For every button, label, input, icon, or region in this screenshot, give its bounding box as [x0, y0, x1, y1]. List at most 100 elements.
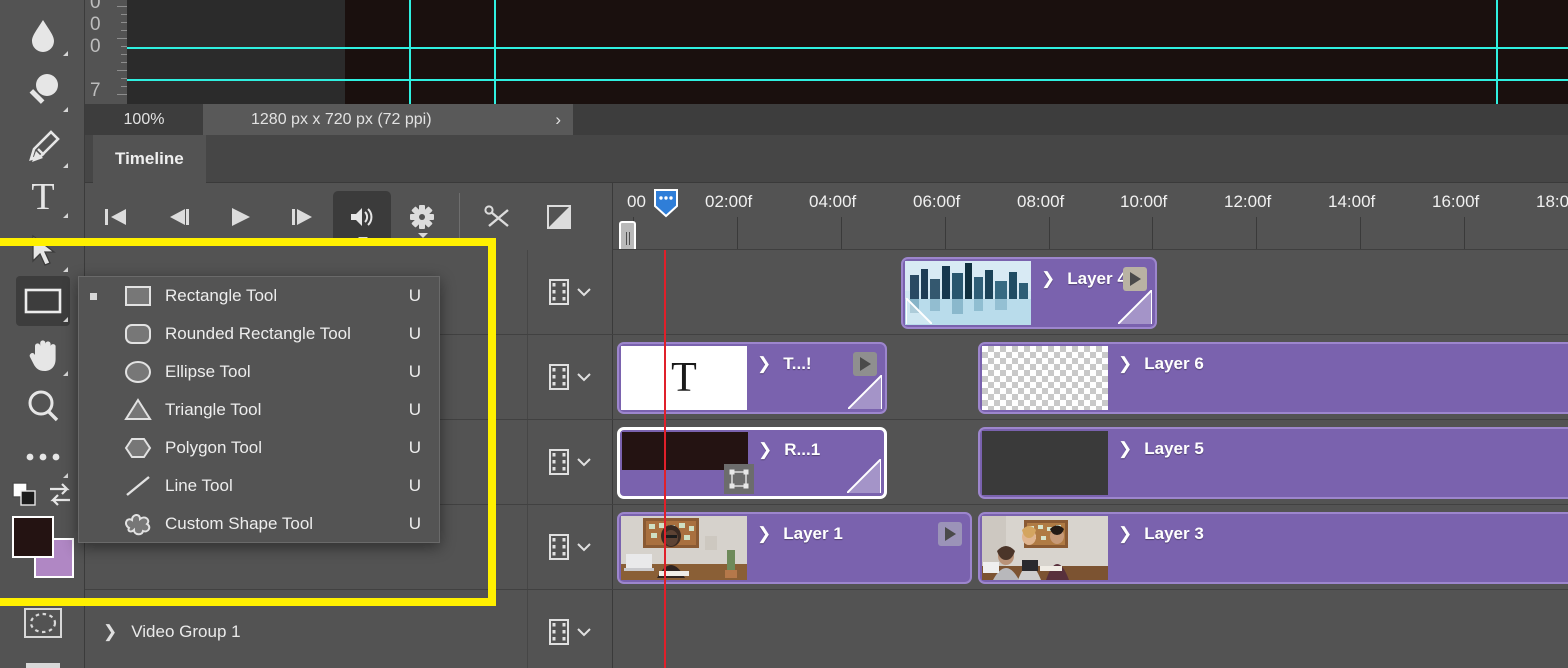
- clip-layer-5[interactable]: ❯ Layer 5: [978, 427, 1568, 499]
- type-tool[interactable]: T: [16, 172, 70, 222]
- track-type-button[interactable]: [527, 250, 612, 334]
- document-size-field[interactable]: 1280 px x 720 px (72 ppi) ›: [203, 104, 573, 135]
- time-ruler[interactable]: 00 02:00f 04:00f 06:00f 08:00f 10:00f 12…: [612, 183, 1568, 250]
- desk-person-thumbnail: [621, 516, 747, 580]
- menu-item-custom-shape-tool[interactable]: Custom Shape Tool U: [79, 505, 439, 543]
- pen-icon: [29, 130, 60, 162]
- fade-out-handle[interactable]: [848, 375, 882, 409]
- chevron-down-icon[interactable]: [576, 286, 592, 298]
- chevron-down-icon[interactable]: [576, 456, 592, 468]
- vertical-ruler-number-1: 0: [90, 14, 101, 35]
- rectangle-tool[interactable]: [16, 276, 70, 326]
- chevron-right-icon[interactable]: ❯: [1041, 269, 1055, 289]
- guide-vertical-2: [494, 0, 496, 104]
- chevron-down-icon[interactable]: [576, 626, 592, 638]
- menu-item-rounded-rectangle-tool[interactable]: Rounded Rectangle Tool U: [79, 315, 439, 353]
- edit-toolbar-button[interactable]: [16, 432, 70, 482]
- rectangle-icon: [24, 288, 62, 314]
- ruler-label: 02:00f: [705, 192, 753, 211]
- clip-layer-4[interactable]: ❯ Layer 4: [901, 257, 1157, 329]
- film-strip-icon: [549, 279, 569, 305]
- clip-rectangle-1[interactable]: ❯ R...1: [617, 427, 887, 499]
- playhead-line: [664, 250, 666, 668]
- menu-item-polygon-tool[interactable]: Polygon Tool U: [79, 429, 439, 467]
- clip-play-button[interactable]: [853, 352, 877, 376]
- track-lane[interactable]: [612, 590, 1568, 668]
- canvas-area[interactable]: [85, 0, 1568, 104]
- work-area-start-handle[interactable]: [619, 221, 636, 249]
- chevron-down-icon[interactable]: [576, 371, 592, 383]
- ruler-label: 12:00f: [1224, 192, 1272, 211]
- track-lane[interactable]: ❯ Layer 4: [612, 250, 1568, 334]
- guide-horizontal-2: [85, 79, 1568, 81]
- foreground-color-swatch[interactable]: [12, 516, 54, 558]
- pen-tool[interactable]: [16, 122, 70, 172]
- track-type-button[interactable]: [527, 590, 612, 668]
- vertical-ruler[interactable]: 0 0 0 7: [85, 0, 127, 104]
- track-lane[interactable]: ❯ Layer 1 ❯ Layer 3: [612, 505, 1568, 589]
- selected-indicator-icon: [90, 293, 97, 300]
- screen-mode-button[interactable]: [16, 650, 70, 668]
- clip-layer-3[interactable]: ❯ Layer 3: [978, 512, 1568, 584]
- track-type-button[interactable]: [527, 335, 612, 419]
- track-type-button[interactable]: [527, 420, 612, 504]
- status-bar: 100% 1280 px x 720 px (72 ppi) ›: [85, 104, 1568, 135]
- chevron-right-icon[interactable]: ❯: [1118, 354, 1132, 374]
- tab-timeline[interactable]: Timeline: [93, 135, 206, 183]
- menu-item-ellipse-tool[interactable]: Ellipse Tool U: [79, 353, 439, 391]
- menu-item-shortcut: U: [408, 438, 421, 457]
- film-strip-icon: [549, 364, 569, 390]
- dodge-tool[interactable]: [16, 66, 70, 116]
- clip-label-group: ❯ Layer 1: [757, 524, 843, 544]
- chevron-right-icon[interactable]: ❯: [757, 354, 771, 374]
- rounded-rectangle-icon: [123, 319, 153, 349]
- tool-more-triangle-icon: [63, 163, 68, 168]
- chevron-right-icon[interactable]: ❯: [1118, 524, 1132, 544]
- ruler-label: 14:00f: [1328, 192, 1376, 211]
- dodge-icon: [29, 74, 58, 104]
- fade-out-handle[interactable]: [847, 459, 881, 493]
- default-colors-icon[interactable]: [12, 482, 42, 508]
- clip-thumbnail: [982, 516, 1108, 580]
- clip-text-layer[interactable]: T ❯ T...!: [617, 342, 887, 414]
- hand-tool[interactable]: [16, 330, 70, 380]
- swap-colors-icon[interactable]: [46, 483, 74, 507]
- path-selection-tool[interactable]: [16, 226, 70, 276]
- chevron-right-icon[interactable]: ›: [555, 110, 561, 130]
- clip-thumbnail: [982, 431, 1108, 495]
- clip-layer-6[interactable]: ❯ Layer 6: [978, 342, 1568, 414]
- clip-layer-1[interactable]: ❯ Layer 1: [617, 512, 972, 584]
- tool-more-triangle-icon: [63, 213, 68, 218]
- fade-out-handle[interactable]: [1118, 290, 1152, 324]
- quick-mask-button[interactable]: [16, 598, 70, 648]
- zoom-tool[interactable]: [16, 382, 70, 432]
- track-lane[interactable]: ❯ R...1 ❯ Layer 5: [612, 420, 1568, 504]
- tool-more-triangle-icon: [63, 473, 68, 478]
- menu-item-label: Rounded Rectangle Tool: [165, 324, 351, 343]
- chevron-right-icon[interactable]: ❯: [757, 524, 771, 544]
- screen-mode-icon: [26, 663, 60, 668]
- track-lane[interactable]: T ❯ T...! ❯ Layer 6: [612, 335, 1568, 419]
- photoshop-window: 0 0 0 7 100% 1280 px x 720 px (72 ppi) ›…: [0, 0, 1568, 668]
- playhead-handle[interactable]: [653, 188, 679, 218]
- track-type-button[interactable]: [527, 505, 612, 589]
- tool-more-triangle-icon: [63, 371, 68, 376]
- menu-item-rectangle-tool[interactable]: Rectangle Tool U: [79, 277, 439, 315]
- menu-item-line-tool[interactable]: Line Tool U: [79, 467, 439, 505]
- chevron-right-icon[interactable]: ❯: [103, 622, 117, 642]
- vertical-ruler-number-3: 7: [90, 80, 101, 101]
- clip-label-group: ❯ R...1: [758, 440, 820, 460]
- clip-play-button[interactable]: [938, 522, 962, 546]
- track-header-video-group-1[interactable]: ❯ Video Group 1: [85, 590, 527, 668]
- blur-tool[interactable]: [16, 10, 70, 60]
- shape-tools-flyout-menu[interactable]: Rectangle Tool U Rounded Rectangle Tool …: [78, 276, 440, 543]
- zoom-level-field[interactable]: 100%: [85, 104, 203, 135]
- chevron-right-icon[interactable]: ❯: [758, 440, 772, 460]
- menu-item-triangle-tool[interactable]: Triangle Tool U: [79, 391, 439, 429]
- menu-item-label: Rectangle Tool: [165, 286, 278, 305]
- chevron-right-icon[interactable]: ❯: [1118, 439, 1132, 459]
- clip-play-button[interactable]: [1123, 267, 1147, 291]
- chevron-down-icon[interactable]: [576, 541, 592, 553]
- fade-in-handle[interactable]: [906, 298, 932, 324]
- table-row[interactable]: ❯ Video Group 1: [85, 590, 1568, 668]
